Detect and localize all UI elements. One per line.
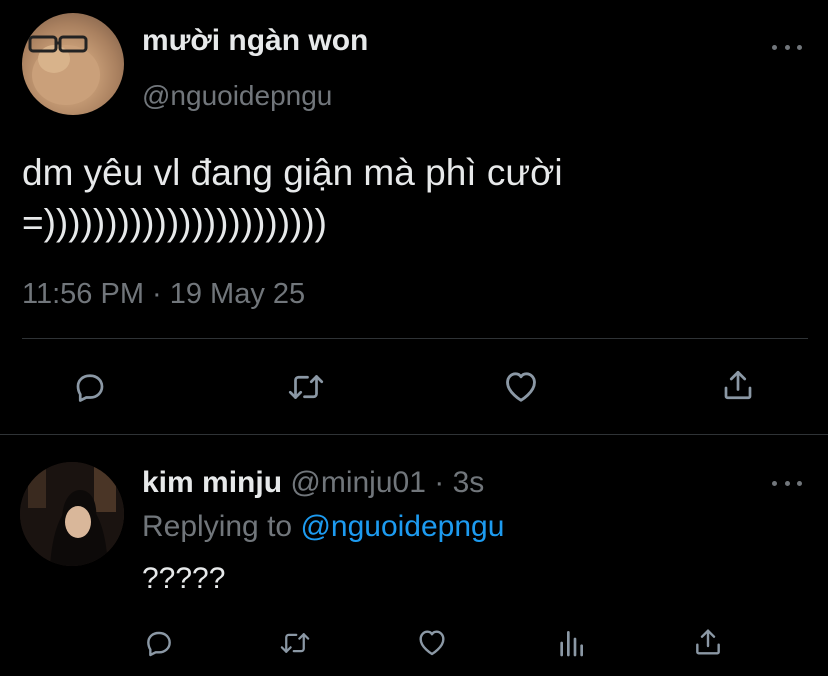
divider [22, 338, 808, 339]
replying-to-label: Replying to [142, 510, 301, 543]
avatar-image [20, 462, 124, 566]
like-icon[interactable] [416, 627, 448, 657]
separator-dot: · [434, 466, 445, 499]
divider [0, 434, 828, 435]
display-name[interactable]: kim minju [142, 466, 282, 499]
retweet-icon[interactable] [286, 369, 326, 405]
views-icon[interactable] [556, 627, 586, 659]
share-icon[interactable] [720, 367, 756, 403]
tweet-time[interactable]: 3s [453, 466, 485, 499]
avatar[interactable] [20, 462, 124, 566]
share-icon[interactable] [692, 626, 724, 658]
reply-header: kim minju @minju01 · 3s [142, 466, 484, 500]
more-options-icon[interactable] [772, 478, 802, 488]
user-handle[interactable]: @minju01 [290, 466, 426, 499]
avatar[interactable] [22, 13, 124, 115]
tweet-text: ????? [142, 562, 226, 595]
reply-icon[interactable] [72, 369, 108, 405]
more-options-icon[interactable] [772, 42, 802, 52]
tweet-text: dm yêu vl đang giận mà phì cười =)))))))… [22, 152, 563, 243]
like-icon[interactable] [502, 368, 540, 404]
avatar-image [28, 35, 100, 105]
tweet-timestamp[interactable]: 11:56 PM · 19 May 25 [22, 278, 305, 311]
retweet-icon[interactable] [278, 628, 312, 658]
replying-to: Replying to @nguoidepngu [142, 510, 504, 544]
mention-link[interactable]: @nguoidepngu [300, 510, 504, 543]
display-name[interactable]: mười ngàn won [142, 24, 368, 58]
user-handle[interactable]: @nguoidepngu [142, 80, 332, 112]
reply-icon[interactable] [143, 627, 175, 659]
